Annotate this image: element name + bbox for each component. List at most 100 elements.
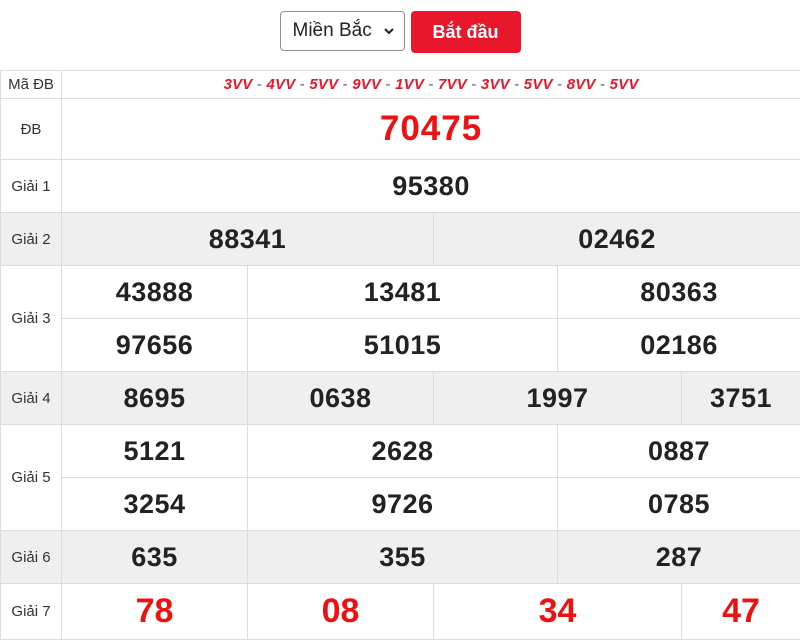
prize5-cell: 2628 — [248, 425, 558, 478]
special-code: 5VV — [524, 76, 553, 93]
code-separator: - — [553, 76, 567, 93]
prize3-cell: 80363 — [558, 266, 800, 319]
prize6-cell: 355 — [248, 531, 558, 584]
row-prize4: Giải 4 8695 0638 1997 3751 — [1, 372, 800, 425]
row-label-prize3: Giải 3 — [1, 266, 62, 372]
row-label-prize4: Giải 4 — [1, 372, 62, 425]
prize2-cell: 88341 — [62, 213, 434, 266]
prize3-cell: 02186 — [558, 319, 800, 372]
prize5-cell: 0887 — [558, 425, 800, 478]
prize3-number: 51015 — [364, 330, 442, 360]
row-label-special: ĐB — [1, 99, 62, 160]
row-label-prize2: Giải 2 — [1, 213, 62, 266]
row-prize6: Giải 6 635 355 287 — [1, 531, 800, 584]
row-prize5b: 3254 9726 0785 — [1, 478, 800, 531]
row-label-prize6: Giải 6 — [1, 531, 62, 584]
prize3-cell: 43888 — [62, 266, 248, 319]
prize7-number: 08 — [322, 592, 360, 630]
prize3-cell: 51015 — [248, 319, 558, 372]
prize4-number: 1997 — [526, 383, 588, 413]
prize5-number: 0785 — [648, 489, 710, 519]
row-label-prize7: Giải 7 — [1, 584, 62, 640]
special-code: 5VV — [610, 76, 639, 93]
prize7-number: 47 — [722, 592, 760, 630]
prize7-number: 78 — [136, 592, 174, 630]
prize2-number: 02462 — [578, 224, 656, 254]
prize3-cell: 97656 — [62, 319, 248, 372]
region-select[interactable]: Miền Bắc — [280, 11, 405, 51]
row-special: ĐB 70475 — [1, 99, 800, 160]
special-prize-number: 70475 — [380, 109, 482, 148]
row-prize3: Giải 3 43888 13481 80363 — [1, 266, 800, 319]
prize7-cell: 78 — [62, 584, 248, 640]
code-separator: - — [253, 76, 267, 93]
prize1-number: 95380 — [392, 171, 470, 201]
code-separator: - — [467, 76, 481, 93]
special-codes-list: 3VV - 4VV - 5VV - 9VV - 1VV - 7VV - 3VV … — [224, 76, 639, 93]
prize6-number: 287 — [656, 542, 703, 572]
prize5-number: 5121 — [123, 436, 185, 466]
prize7-cell: 34 — [434, 584, 682, 640]
special-codes: 3VV - 4VV - 5VV - 9VV - 1VV - 7VV - 3VV … — [62, 71, 800, 99]
prize2-number: 88341 — [209, 224, 287, 254]
toolbar: Miền Bắc Bắt đầu — [0, 0, 800, 64]
special-code: 7VV — [438, 76, 467, 93]
prize5-number: 0887 — [648, 436, 710, 466]
prize4-cell: 0638 — [248, 372, 434, 425]
row-prize1: Giải 1 95380 — [1, 160, 800, 213]
prize7-cell: 47 — [682, 584, 800, 640]
prize3-number: 43888 — [116, 277, 194, 307]
special-code: 8VV — [567, 76, 596, 93]
code-separator: - — [338, 76, 352, 93]
prize3-cell: 13481 — [248, 266, 558, 319]
special-code: 1VV — [395, 76, 424, 93]
row-prize7: Giải 7 78 08 34 47 — [1, 584, 800, 640]
special-code: 5VV — [309, 76, 338, 93]
row-label-ma-db: Mã ĐB — [1, 71, 62, 99]
prize6-number: 635 — [131, 542, 178, 572]
row-prize3b: 97656 51015 02186 — [1, 319, 800, 372]
prize3-number: 02186 — [640, 330, 718, 360]
row-ma-db: Mã ĐB 3VV - 4VV - 5VV - 9VV - 1VV - 7VV … — [1, 71, 800, 99]
prize4-cell: 8695 — [62, 372, 248, 425]
prize5-number: 3254 — [123, 489, 185, 519]
prize4-number: 3751 — [710, 383, 772, 413]
row-prize5: Giải 5 5121 2628 0887 — [1, 425, 800, 478]
region-select-value: Miền Bắc — [293, 20, 372, 42]
special-code: 3VV — [481, 76, 510, 93]
chevron-down-icon — [383, 25, 395, 37]
special-code: 4VV — [266, 76, 295, 93]
row-prize2: Giải 2 88341 02462 — [1, 213, 800, 266]
prize7-cell: 08 — [248, 584, 434, 640]
start-button[interactable]: Bắt đầu — [411, 11, 521, 53]
row-label-prize5: Giải 5 — [1, 425, 62, 531]
prize5-number: 2628 — [371, 436, 433, 466]
special-code: 3VV — [224, 76, 253, 93]
code-separator: - — [424, 76, 438, 93]
prize5-number: 9726 — [371, 489, 433, 519]
prize6-cell: 287 — [558, 531, 800, 584]
prize4-number: 8695 — [123, 383, 185, 413]
prize4-cell: 3751 — [682, 372, 800, 425]
prize5-cell: 0785 — [558, 478, 800, 531]
prize7-number: 34 — [539, 592, 577, 630]
code-separator: - — [295, 76, 309, 93]
code-separator: - — [596, 76, 610, 93]
prize5-cell: 9726 — [248, 478, 558, 531]
prize3-number: 13481 — [364, 277, 442, 307]
prize1-cell: 95380 — [62, 160, 800, 213]
prize4-cell: 1997 — [434, 372, 682, 425]
code-separator: - — [381, 76, 395, 93]
prize3-number: 97656 — [116, 330, 194, 360]
prize3-number: 80363 — [640, 277, 718, 307]
code-separator: - — [510, 76, 524, 93]
prize2-cell: 02462 — [434, 213, 800, 266]
prize6-cell: 635 — [62, 531, 248, 584]
results-table: Mã ĐB 3VV - 4VV - 5VV - 9VV - 1VV - 7VV … — [0, 70, 800, 640]
special-code: 9VV — [352, 76, 381, 93]
prize5-cell: 3254 — [62, 478, 248, 531]
prize4-number: 0638 — [309, 383, 371, 413]
prize6-number: 355 — [379, 542, 426, 572]
row-label-prize1: Giải 1 — [1, 160, 62, 213]
special-prize-cell: 70475 — [62, 99, 800, 160]
